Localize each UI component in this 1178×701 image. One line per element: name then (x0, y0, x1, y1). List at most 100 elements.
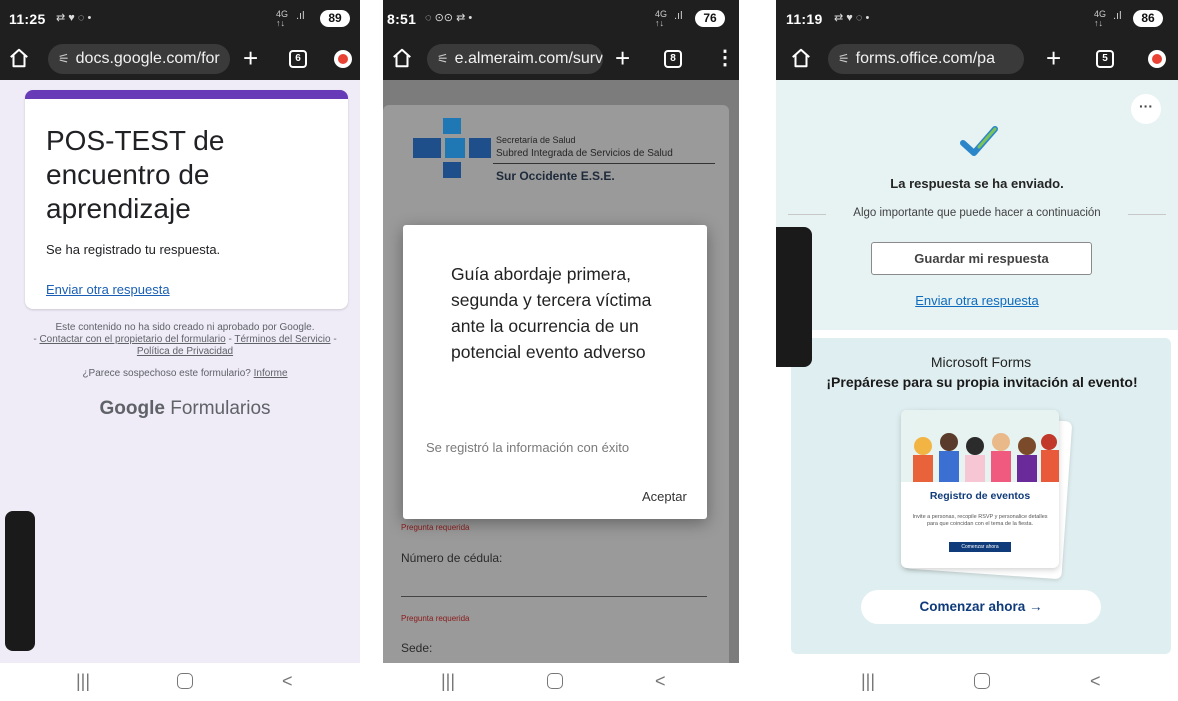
disclaimer: Este contenido no ha sido creado ni apro… (30, 322, 340, 358)
start-now-button[interactable]: Comenzar ahora → (861, 590, 1101, 624)
address-bar[interactable]: ⚟ forms.office.com/pa (828, 44, 1024, 74)
home-icon[interactable] (8, 47, 30, 69)
google-wordmark: Google (99, 398, 165, 419)
site-settings-icon[interactable]: ⚟ (838, 51, 850, 66)
new-tab-icon[interactable]: + (243, 44, 258, 72)
page-content: Secretaría de Salud Subred Integrada de … (383, 80, 739, 688)
event-card-description: Invite a personas, recopile RSVP y perso… (912, 514, 1048, 527)
header-line-1: Secretaría de Salud (496, 135, 576, 145)
recents-icon[interactable]: ||| (76, 671, 90, 691)
contact-owner-link[interactable]: Contactar con el propietario del formula… (39, 334, 225, 345)
url-text: docs.google.com/for (75, 50, 220, 67)
success-dialog: Guía abordaje primera, segunda y tercera… (403, 225, 707, 519)
form-title: POS-TEST de encuentro de aprendizaje (46, 125, 225, 224)
network-signal-icon: 4G ↑↓ (1094, 9, 1107, 28)
page-content: POS-TEST de encuentro de aprendizaje Se … (0, 80, 360, 663)
url-text: e.almeraim.com/surv (454, 50, 603, 67)
notification-icons: ⇄ ♥ ◌ • (834, 12, 870, 24)
new-tab-icon[interactable]: + (615, 44, 630, 72)
confirmation-message: Se ha registrado tu respuesta. (46, 242, 221, 257)
new-tab-icon[interactable]: + (1046, 44, 1061, 72)
system-nav-bar: ||| < (776, 663, 1178, 701)
browser-toolbar: ⚟ e.almeraim.com/surv + 8 ⋮ (383, 38, 739, 80)
event-card-button: Comenzar ahora (949, 542, 1011, 552)
next-steps-text: Algo importante que puede hacer a contin… (776, 207, 1178, 219)
tab-switcher-button[interactable]: 5 (1096, 50, 1114, 68)
site-settings-icon[interactable]: ⚟ (58, 51, 70, 66)
status-time: 8:51 (387, 11, 417, 27)
field-label-cedula: Número de cédula: (401, 551, 503, 565)
people-illustration (901, 410, 1059, 482)
system-nav-bar: ||| < (0, 663, 360, 701)
notification-icons: ⇄ ♥ ◌ • (56, 12, 92, 24)
more-menu-icon[interactable]: ⋮ (715, 48, 735, 68)
recents-icon[interactable]: ||| (861, 671, 875, 691)
privacy-link[interactable]: Política de Privacidad (137, 346, 233, 357)
status-bar: 11:19 ⇄ ♥ ◌ • 4G ↑↓ .ıl 86 (776, 0, 1178, 38)
address-bar[interactable]: ⚟ docs.google.com/for (48, 44, 230, 74)
phone-screen-survey: 8:51 ◌ ⊙⊙ ⇄ • 4G ↑↓ .ıl 76 ⚟ e.almeraim.c… (383, 0, 739, 701)
more-options-button[interactable]: ··· (1131, 94, 1161, 124)
battery-indicator: 76 (695, 10, 725, 27)
promo-headline: ¡Prepárese para su propia invitación al … (826, 374, 1138, 390)
report-link[interactable]: Informe (254, 368, 288, 379)
dialog-title: Guía abordaje primera, segunda y tercera… (451, 264, 652, 362)
checkmark-icon (960, 126, 998, 156)
ms-forms-brand: Microsoft Forms (930, 354, 1032, 370)
status-bar: 8:51 ◌ ⊙⊙ ⇄ • 4G ↑↓ .ıl 76 (383, 0, 739, 38)
home-nav-icon[interactable] (547, 673, 563, 689)
phone-screen-ms-forms: 11:19 ⇄ ♥ ◌ • 4G ↑↓ .ıl 86 ⚟ forms.office… (776, 0, 1178, 701)
terms-link[interactable]: Términos del Servicio (234, 334, 330, 345)
status-bar: 11:25 ⇄ ♥ ◌ • 4G ↑↓ .ıl 89 (0, 0, 360, 38)
edge-panel-handle[interactable] (5, 511, 35, 651)
address-bar[interactable]: ⚟ e.almeraim.com/surv (427, 44, 603, 74)
home-icon[interactable] (790, 47, 812, 69)
network-signal-icon: 4G ↑↓ (276, 9, 289, 28)
browser-toolbar: ⚟ docs.google.com/for + 6 (0, 38, 360, 80)
header-divider (493, 163, 715, 164)
recents-icon[interactable]: ||| (441, 671, 455, 691)
response-sent-text: La respuesta se ha enviado. (890, 176, 1064, 191)
response-card: POS-TEST de encuentro de aprendizaje Se … (25, 90, 348, 309)
event-promo: Microsoft Forms ¡Prepárese para su propi… (791, 338, 1171, 654)
forms-wordmark: Formularios (164, 398, 271, 419)
cedula-input[interactable] (401, 596, 707, 597)
required-note: Pregunta requerida (401, 523, 470, 532)
status-time: 11:25 (9, 11, 46, 27)
home-nav-icon[interactable] (177, 673, 193, 689)
signal-bars-icon: .ıl (1113, 10, 1122, 22)
system-nav-bar: ||| < (383, 663, 739, 701)
event-card: Registro de eventos Invite a personas, r… (901, 410, 1059, 568)
tab-switcher-button[interactable]: 6 (289, 50, 307, 68)
google-forms-logo: Google Formularios (30, 398, 340, 420)
network-signal-icon: 4G ↑↓ (655, 9, 668, 28)
subred-logo (413, 118, 491, 178)
browser-toolbar: ⚟ forms.office.com/pa + 5 (776, 38, 1178, 80)
back-icon[interactable]: < (655, 671, 666, 691)
disclaimer-text: Este contenido no ha sido creado ni apro… (55, 322, 315, 333)
home-nav-icon[interactable] (974, 673, 990, 689)
event-card-title: Registro de eventos (929, 490, 1031, 502)
battery-indicator: 86 (1133, 10, 1163, 27)
site-settings-icon[interactable]: ⚟ (437, 51, 449, 66)
edge-panel-handle[interactable] (776, 227, 812, 367)
update-icon[interactable] (334, 50, 352, 68)
field-label-sede: Sede: (401, 641, 433, 655)
home-icon[interactable] (391, 47, 413, 69)
dialog-message: Se registró la información con éxito (426, 440, 630, 455)
accept-button[interactable]: Aceptar (642, 489, 687, 504)
back-icon[interactable]: < (1090, 671, 1101, 691)
separator: - (330, 334, 337, 345)
save-response-button[interactable]: Guardar mi respuesta (871, 242, 1092, 275)
notification-icons: ◌ ⊙⊙ ⇄ • (425, 12, 473, 24)
signal-bars-icon: .ıl (674, 10, 683, 22)
required-note: Pregunta requerida (401, 614, 470, 623)
phone-screen-google-forms: 11:25 ⇄ ♥ ◌ • 4G ↑↓ .ıl 89 ⚟ docs.google.… (0, 0, 360, 701)
url-text: forms.office.com/pa (855, 50, 995, 67)
submit-another-link[interactable]: Enviar otra respuesta (46, 282, 170, 297)
report-line: ¿Parece sospechoso este formulario? Info… (30, 368, 340, 379)
tab-switcher-button[interactable]: 8 (664, 50, 682, 68)
back-icon[interactable]: < (282, 671, 293, 691)
update-icon[interactable] (1148, 50, 1166, 68)
submit-another-link[interactable]: Enviar otra respuesta (776, 293, 1178, 308)
